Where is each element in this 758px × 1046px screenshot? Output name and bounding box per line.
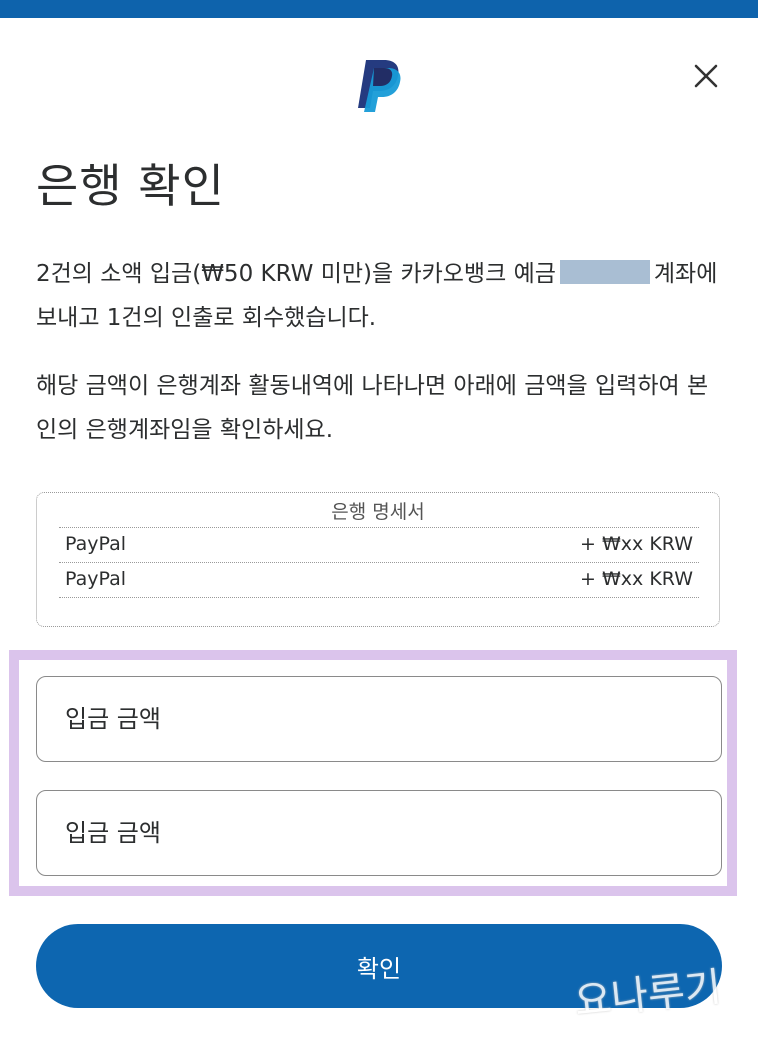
statement-row-name: PayPal	[65, 533, 127, 555]
statement-row-amount: + ₩xx KRW	[580, 568, 693, 590]
bank-statement-box: 은행 명세서 PayPal + ₩xx KRW PayPal + ₩xx KRW	[36, 492, 720, 627]
statement-title: 은행 명세서	[331, 501, 425, 523]
deposit-description-part1: 2건의 소액 입금(₩50 KRW 미만)을 카카오뱅크 예금	[36, 261, 556, 287]
deposit-amount-field-2[interactable]	[36, 790, 722, 876]
redacted-account-number	[559, 260, 650, 284]
statement-row: PayPal + ₩xx KRW	[59, 562, 699, 598]
deposit-description: 2건의 소액 입금(₩50 KRW 미만)을 카카오뱅크 예금 계좌에 보내고 1…	[36, 252, 726, 340]
instruction-text: 해당 금액이 은행계좌 활동내역에 나타나면 아래에 금액을 입력하여 본인의 …	[36, 373, 709, 443]
statement-row-name: PayPal	[65, 568, 127, 590]
deposit-amount-field-1[interactable]	[36, 676, 722, 762]
statement-row: PayPal + ₩xx KRW	[59, 527, 699, 562]
page-title: 은행 확인	[36, 159, 225, 213]
statement-row-amount: + ₩xx KRW	[580, 533, 693, 555]
close-icon[interactable]	[688, 58, 724, 94]
paypal-logo	[358, 60, 401, 112]
top-accent-bar	[0, 0, 758, 18]
